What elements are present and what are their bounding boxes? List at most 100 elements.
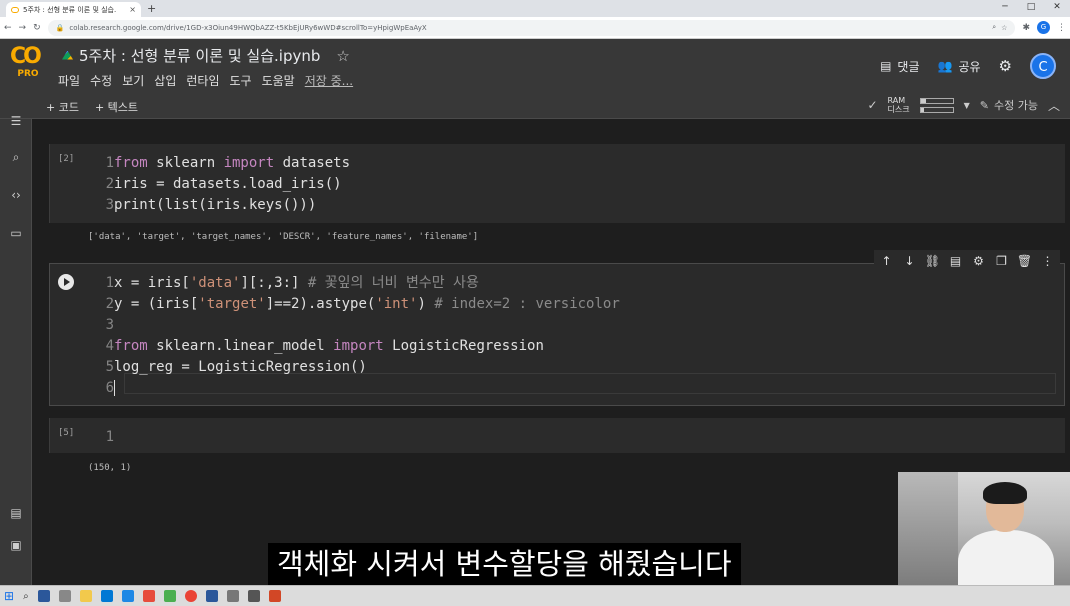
code-token: datasets — [274, 155, 351, 171]
star-icon[interactable]: ☆ — [336, 47, 349, 65]
header-actions: ▤ 댓글 👥 공유 ⚙ C — [880, 53, 1056, 79]
code-editor[interactable]: 1x = iris['data'][:,3:] # 꽃잎의 너비 변수만 사용 2… — [100, 273, 620, 399]
share-button[interactable]: 👥 공유 — [938, 58, 981, 75]
code-line[interactable]: 1x = iris['data'][:,3:] # 꽃잎의 너비 변수만 사용 — [100, 273, 620, 294]
maximize-window-icon[interactable]: □ — [1018, 0, 1044, 17]
menu-tools[interactable]: 도구 — [230, 72, 252, 89]
windows-start-icon[interactable]: ⊞ — [4, 589, 14, 603]
browser-profile-avatar[interactable]: G — [1037, 21, 1050, 34]
terminal-icon[interactable]: ▣ — [8, 537, 24, 553]
notebook-title[interactable]: 5주차 : 선형 분류 이론 및 실습.ipynb — [79, 45, 320, 66]
window-controls: ─ □ ✕ — [992, 0, 1070, 17]
menu-insert[interactable]: 삽입 — [154, 72, 176, 89]
add-text-button[interactable]: + 텍스트 — [95, 99, 138, 115]
code-editor[interactable]: 1 — [100, 427, 114, 448]
code-line[interactable]: 5log_reg = LogisticRegression() — [100, 357, 620, 378]
code-token: 'data' — [189, 275, 241, 291]
delete-icon[interactable]: 🗑 — [1016, 254, 1033, 268]
browser-tab-strip: 5주차 : 선형 분류 이론 및 실습. × + ─ □ ✕ — [0, 0, 1070, 17]
code-cell[interactable]: [5] 1 — [49, 418, 1065, 453]
link-icon[interactable]: ⛓ — [924, 254, 941, 268]
left-sidebar: ☰ ⌕ ‹› ▭ ▤ ▣ — [0, 114, 32, 585]
code-line[interactable]: 1from sklearn import datasets — [100, 153, 350, 174]
code-line[interactable]: 3print(list(iris.keys())) — [100, 195, 350, 216]
settings-gear-icon[interactable]: ⚙ — [999, 57, 1012, 75]
minimize-window-icon[interactable]: ─ — [992, 0, 1018, 17]
run-cell-button[interactable] — [58, 274, 74, 290]
cell-output: (150, 1) — [88, 463, 132, 473]
add-code-button[interactable]: + 코드 — [46, 99, 79, 115]
edge-icon[interactable] — [100, 590, 113, 602]
code-line[interactable]: 2y = (iris['target']==2).astype('int') #… — [100, 294, 620, 315]
pro-badge: PRO — [17, 69, 39, 79]
search-icon[interactable]: ⌕ — [8, 149, 24, 165]
new-tab-button[interactable]: + — [147, 2, 156, 17]
word-icon[interactable] — [205, 590, 218, 602]
code-line[interactable]: 1 — [100, 427, 114, 448]
back-icon[interactable]: ← — [4, 23, 12, 33]
arrow-down-icon[interactable]: ↓ — [901, 254, 918, 268]
taskbar-app-icon[interactable] — [58, 590, 71, 602]
editing-mode-button[interactable]: ✎ 수정 가능 — [980, 97, 1038, 113]
url-text: colab.research.google.com/drive/1GD-x3Oi… — [69, 23, 427, 32]
resources-dropdown-icon[interactable]: ▼ — [964, 101, 970, 110]
comment-icon[interactable]: ▤ — [947, 254, 964, 268]
code-line[interactable]: 6 — [100, 378, 620, 399]
forward-icon[interactable]: → — [19, 23, 27, 33]
taskbar-search-icon[interactable]: ⌕ — [23, 591, 29, 602]
task-view-icon[interactable] — [37, 590, 50, 602]
code-line[interactable]: 2iris = datasets.load_iris() — [100, 174, 350, 195]
menu-edit[interactable]: 수정 — [90, 72, 112, 89]
code-snippets-icon[interactable]: ‹› — [8, 187, 24, 203]
taskbar-app-icon[interactable] — [226, 590, 239, 602]
code-line[interactable]: 3 — [100, 315, 620, 336]
add-cell-buttons: + 코드 + 텍스트 — [46, 99, 138, 115]
bookmark-star-icon[interactable]: ☆ — [1001, 24, 1007, 32]
code-editor[interactable]: 1from sklearn import datasets 2iris = dat… — [100, 153, 350, 216]
zoom-icon[interactable]: ⌕ — [992, 23, 996, 32]
code-cell[interactable]: [2] 1from sklearn import datasets 2iris =… — [49, 144, 1065, 223]
colab-logo[interactable]: CO PRO — [10, 45, 46, 80]
comment-button[interactable]: ▤ 댓글 — [880, 58, 919, 75]
reload-icon[interactable]: ↻ — [33, 23, 41, 33]
code-line[interactable]: 4from sklearn.linear_model import Logist… — [100, 336, 620, 357]
extensions-icon[interactable]: ✱ — [1022, 23, 1030, 33]
mirror-icon[interactable]: ❐ — [993, 254, 1010, 268]
menu-runtime[interactable]: 런타임 — [186, 72, 219, 89]
browser-menu-icon[interactable]: ⋮ — [1057, 23, 1066, 33]
webcam-overlay — [898, 472, 1070, 586]
close-tab-icon[interactable]: × — [129, 5, 136, 14]
command-palette-icon[interactable]: ▤ — [8, 505, 24, 521]
menu-file[interactable]: 파일 — [58, 72, 80, 89]
menu-help[interactable]: 도움말 — [262, 72, 295, 89]
chrome-icon[interactable] — [184, 590, 197, 602]
close-window-icon[interactable]: ✕ — [1044, 0, 1070, 17]
address-bar[interactable]: 🔒 colab.research.google.com/drive/1GD-x3… — [47, 19, 1016, 36]
file-explorer-icon[interactable] — [79, 590, 92, 602]
toc-icon[interactable]: ☰ — [8, 113, 24, 129]
taskbar-app-icon[interactable] — [247, 590, 260, 602]
code-token: ]==2).astype( — [265, 296, 376, 312]
user-avatar[interactable]: C — [1030, 53, 1056, 79]
resource-meters[interactable] — [919, 97, 954, 113]
code-token: LogisticRegression — [383, 338, 544, 354]
powerpoint-icon[interactable] — [268, 590, 281, 602]
browser-tab[interactable]: 5주차 : 선형 분류 이론 및 실습. × — [6, 2, 141, 17]
collapse-header-icon[interactable]: ︿ — [1048, 97, 1060, 114]
arrow-up-icon[interactable]: ↑ — [878, 254, 895, 268]
code-cell-active[interactable]: 1x = iris['data'][:,3:] # 꽃잎의 너비 변수만 사용 2… — [49, 263, 1065, 406]
line-number: 3 — [105, 317, 114, 333]
text-cursor — [114, 380, 115, 396]
code-token: import — [333, 338, 384, 354]
files-icon[interactable]: ▭ — [8, 225, 24, 241]
saving-status[interactable]: 저장 중... — [305, 72, 353, 89]
gear-icon[interactable]: ⚙ — [970, 254, 987, 268]
line-number: 5 — [105, 359, 114, 375]
taskbar-app-icon[interactable] — [142, 590, 155, 602]
more-icon[interactable]: ⋮ — [1039, 254, 1056, 268]
code-token: y = (iris[ — [114, 296, 199, 312]
taskbar-app-icon[interactable] — [163, 590, 176, 602]
line-number: 4 — [105, 338, 114, 354]
vscode-icon[interactable] — [121, 590, 134, 602]
menu-view[interactable]: 보기 — [122, 72, 144, 89]
